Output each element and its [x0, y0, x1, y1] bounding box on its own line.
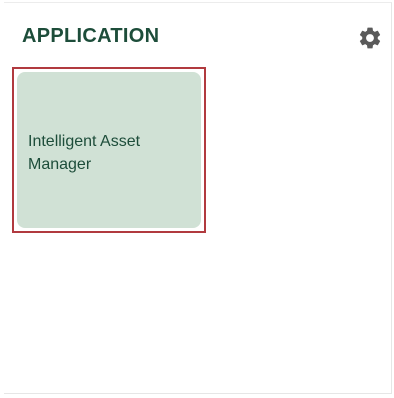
application-panel: APPLICATION Intelligent Asset Manager	[4, 2, 392, 394]
app-tile-label: Intelligent Asset Manager	[28, 133, 141, 173]
settings-button[interactable]	[357, 25, 383, 51]
panel-title: APPLICATION	[22, 25, 160, 47]
app-tile-card: Intelligent Asset Manager	[17, 72, 201, 228]
app-tile-intelligent-asset-manager[interactable]: Intelligent Asset Manager	[12, 67, 206, 233]
gear-icon	[359, 27, 381, 49]
